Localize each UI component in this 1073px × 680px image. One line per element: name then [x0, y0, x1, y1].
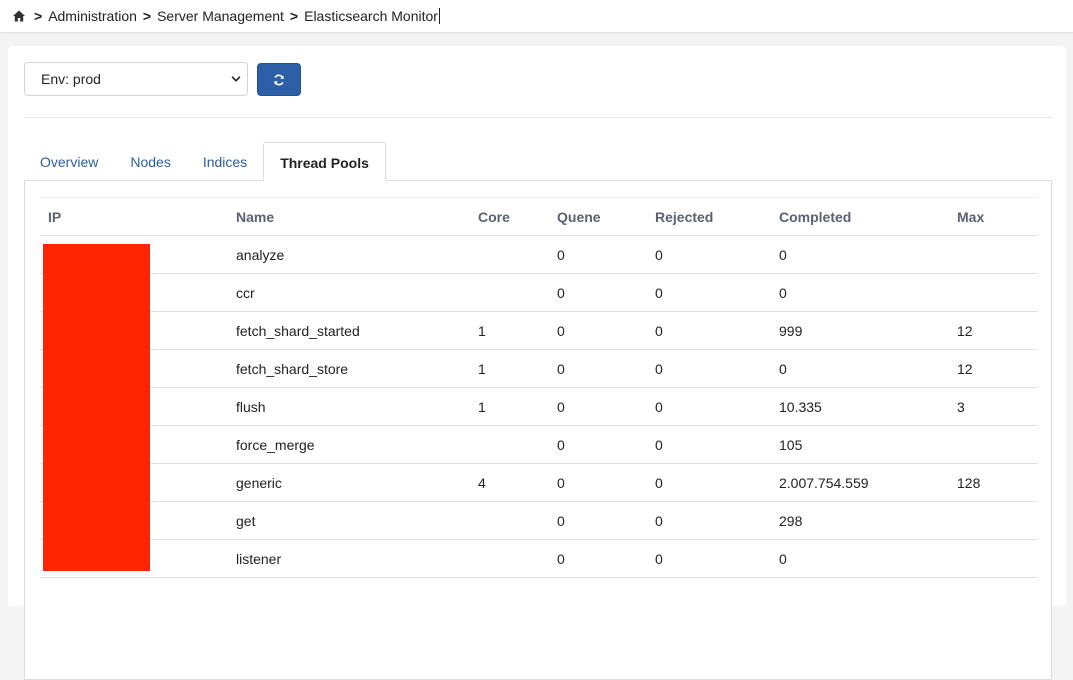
tab-overview[interactable]: Overview	[24, 142, 114, 180]
table-row: fetch_shard_store 1 0 0 0 12	[40, 349, 1038, 388]
cell-queue: 0	[549, 349, 647, 388]
cell-core	[470, 235, 549, 274]
cell-queue: 0	[549, 539, 647, 578]
tab-indices[interactable]: Indices	[187, 142, 263, 180]
cell-max: 128	[949, 463, 1038, 502]
cell-name: fetch_shard_store	[228, 349, 470, 388]
tab-thread-pools[interactable]: Thread Pools	[263, 142, 386, 181]
column-header-ip[interactable]: IP	[40, 197, 228, 236]
cell-queue: 0	[549, 235, 647, 274]
cell-rejected: 0	[647, 425, 771, 464]
cell-core	[470, 425, 549, 464]
env-select-value: Env: prod	[41, 71, 101, 87]
cell-name: listener	[228, 539, 470, 578]
cell-core	[470, 273, 549, 312]
thread-pools-panel: IP Name Core Quene Rejected Completed Ma…	[24, 180, 1052, 680]
column-header-completed[interactable]: Completed	[771, 197, 949, 236]
cell-rejected: 0	[647, 539, 771, 578]
cell-rejected: 0	[647, 349, 771, 388]
breadcrumb: > Administration > Server Management > E…	[12, 8, 440, 24]
env-select[interactable]: Env: prod	[24, 62, 248, 96]
cell-rejected: 0	[647, 387, 771, 426]
cell-completed: 2.007.754.559	[771, 463, 949, 502]
cell-rejected: 0	[647, 235, 771, 274]
cell-max	[949, 273, 1038, 312]
table-row: analyze 0 0 0	[40, 235, 1038, 274]
table-row: get 0 0 298	[40, 501, 1038, 540]
top-bar: > Administration > Server Management > E…	[0, 0, 1073, 33]
breadcrumb-server-management[interactable]: Server Management	[157, 8, 284, 24]
breadcrumb-administration[interactable]: Administration	[48, 8, 137, 24]
cell-max	[949, 425, 1038, 464]
cell-completed: 0	[771, 349, 949, 388]
cell-queue: 0	[549, 311, 647, 350]
column-header-rejected[interactable]: Rejected	[647, 197, 771, 236]
table-row: generic 4 0 0 2.007.754.559 128	[40, 463, 1038, 502]
cell-completed: 999	[771, 311, 949, 350]
refresh-icon	[274, 74, 284, 85]
cell-completed: 105	[771, 425, 949, 464]
thread-pools-table: IP Name Core Quene Rejected Completed Ma…	[40, 197, 1038, 578]
cell-core	[470, 539, 549, 578]
toolbar-divider	[24, 117, 1052, 118]
table-header-row: IP Name Core Quene Rejected Completed Ma…	[40, 197, 1038, 236]
cell-max	[949, 501, 1038, 540]
table-row: listener 0 0 0	[40, 539, 1038, 578]
cell-completed: 10.335	[771, 387, 949, 426]
column-header-core[interactable]: Core	[470, 197, 549, 236]
text-cursor	[438, 8, 440, 24]
cell-core: 1	[470, 387, 549, 426]
cell-name: generic	[228, 463, 470, 502]
cell-name: analyze	[228, 235, 470, 274]
column-header-max[interactable]: Max	[949, 197, 1038, 236]
cell-queue: 0	[549, 501, 647, 540]
tab-bar: Overview Nodes Indices Thread Pools	[24, 142, 386, 181]
cell-rejected: 0	[647, 273, 771, 312]
cell-completed: 0	[771, 539, 949, 578]
cell-name: get	[228, 501, 470, 540]
column-header-queue[interactable]: Quene	[549, 197, 647, 236]
table-row: ccr 0 0 0	[40, 273, 1038, 312]
table-row: fetch_shard_started 1 0 0 999 12	[40, 311, 1038, 350]
main-panel: Env: prod Overview Nodes Indices Thread …	[8, 46, 1066, 680]
cell-rejected: 0	[647, 311, 771, 350]
cell-max: 3	[949, 387, 1038, 426]
cell-name: flush	[228, 387, 470, 426]
breadcrumb-elasticsearch-monitor: Elasticsearch Monitor	[304, 8, 438, 24]
column-header-name[interactable]: Name	[228, 197, 470, 236]
breadcrumb-separator: >	[289, 8, 299, 24]
cell-max: 12	[949, 349, 1038, 388]
cell-queue: 0	[549, 387, 647, 426]
cell-name: fetch_shard_started	[228, 311, 470, 350]
cell-max	[949, 235, 1038, 274]
cell-name: ccr	[228, 273, 470, 312]
table-row: force_merge 0 0 105	[40, 425, 1038, 464]
cell-core: 4	[470, 463, 549, 502]
cell-completed: 298	[771, 501, 949, 540]
cell-rejected: 0	[647, 463, 771, 502]
tab-nodes[interactable]: Nodes	[114, 142, 186, 180]
cell-max: 12	[949, 311, 1038, 350]
home-icon[interactable]	[12, 9, 26, 23]
cell-max	[949, 539, 1038, 578]
redacted-ip-block	[43, 244, 150, 571]
cell-queue: 0	[549, 425, 647, 464]
cell-completed: 0	[771, 273, 949, 312]
refresh-button[interactable]	[257, 63, 301, 96]
cell-completed: 0	[771, 235, 949, 274]
breadcrumb-separator: >	[34, 8, 43, 24]
chevron-down-icon	[231, 76, 241, 82]
cell-core	[470, 501, 549, 540]
cell-core: 1	[470, 349, 549, 388]
cell-name: force_merge	[228, 425, 470, 464]
cell-queue: 0	[549, 463, 647, 502]
breadcrumb-separator: >	[142, 8, 152, 24]
cell-rejected: 0	[647, 501, 771, 540]
table-row: flush 1 0 0 10.335 3	[40, 387, 1038, 426]
cell-core: 1	[470, 311, 549, 350]
cell-queue: 0	[549, 273, 647, 312]
